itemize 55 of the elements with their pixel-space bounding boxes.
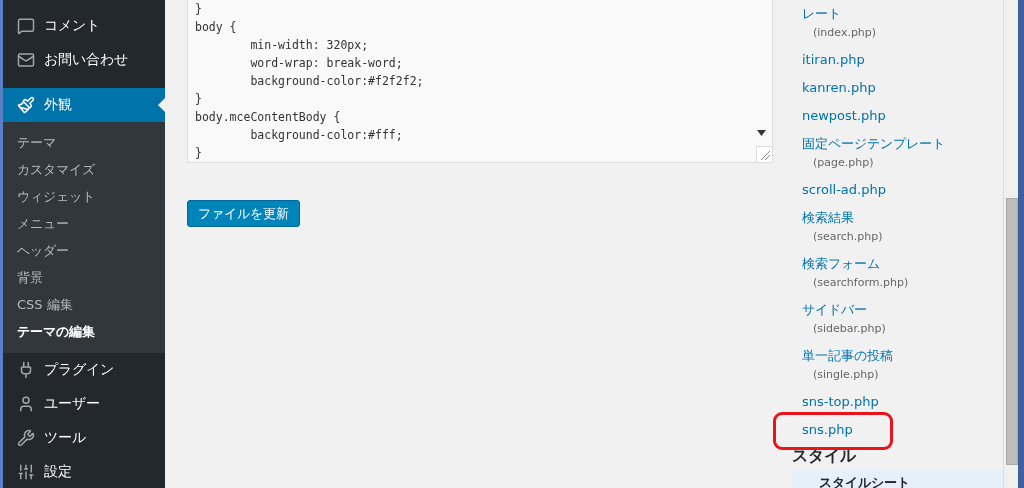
submenu-item[interactable]: メニュー	[3, 210, 165, 237]
update-file-button[interactable]: ファイルを更新	[187, 200, 300, 227]
code-line: background-color:#f2f2f2;	[249, 73, 425, 90]
menu-icon	[17, 51, 35, 69]
scrollbar[interactable]	[1003, 0, 1018, 488]
file-link[interactable]: サイドバー (sidebar.php)	[775, 296, 1003, 342]
submenu-item[interactable]: CSS 編集	[3, 291, 165, 318]
file-link[interactable]: scroll-ad.php	[775, 176, 1003, 204]
code-line: }	[195, 145, 203, 162]
file-link[interactable]: 検索フォーム (searchform.php)	[775, 250, 1003, 296]
code-editor[interactable]: } body { min-width: 320px; word-wrap: break-word; background-color:#f2f2f2; } body.mceContentBody { background-color:#fff; }	[187, 0, 773, 163]
file-link[interactable]: kanren.php	[775, 74, 1003, 102]
pointer-icon	[158, 98, 165, 112]
menu-icon	[17, 96, 35, 114]
resize-grip-icon[interactable]	[756, 146, 772, 162]
menu-item[interactable]: コメント	[3, 9, 165, 43]
code-line: background-color:#fff;	[249, 127, 404, 144]
menu-item[interactable]: お問い合わせ	[3, 43, 165, 77]
file-link[interactable]: newpost.php	[775, 102, 1003, 130]
submenu-item[interactable]: テーマの編集	[3, 318, 165, 345]
code-line: min-width: 320px;	[249, 37, 370, 54]
code-line: }	[195, 91, 203, 108]
menu-item[interactable]: 外観	[3, 88, 165, 122]
menu-icon	[17, 429, 35, 447]
file-link[interactable]: レート (index.php)	[775, 0, 1003, 46]
menu-item[interactable]: ユーザー	[3, 387, 165, 421]
file-name: (single.php)	[812, 367, 880, 383]
file-name: (searchform.php)	[812, 275, 910, 291]
submenu-item[interactable]: カスタマイズ	[3, 156, 165, 183]
code-line: word-wrap: break-word;	[249, 55, 404, 72]
submenu-item[interactable]: テーマ	[3, 129, 165, 156]
file-link[interactable]: 検索結果 (search.php)	[775, 204, 1003, 250]
scroll-down-icon[interactable]	[757, 130, 766, 136]
code-line: body.mceContentBody {	[195, 109, 342, 126]
menu-item[interactable]: プラグイン	[3, 353, 165, 387]
file-name: (page.php)	[812, 155, 875, 171]
submenu-item[interactable]: 背景	[3, 264, 165, 291]
file-link[interactable]: 固定ページテンプレート (page.php)	[775, 130, 1003, 176]
file-link[interactable]: 単一記事の投稿 (single.php)	[775, 342, 1003, 388]
menu-item[interactable]: 設定	[3, 455, 165, 488]
menu-icon	[17, 463, 35, 481]
menu-icon	[17, 395, 35, 413]
file-name: (search.php)	[812, 229, 884, 245]
menu-item[interactable]: ツール	[3, 421, 165, 455]
code-line: }	[195, 1, 203, 18]
submenu-item[interactable]: ウィジェット	[3, 183, 165, 210]
code-line: body {	[195, 19, 238, 36]
file-link[interactable]: sns-top.php	[775, 388, 1003, 416]
submenu-item[interactable]: ヘッダー	[3, 237, 165, 264]
file-name: (index.php)	[812, 25, 878, 41]
menu-icon	[17, 17, 35, 35]
file-link[interactable]: sns.php	[775, 416, 1003, 444]
file-name: (sidebar.php)	[812, 321, 887, 337]
file-link[interactable]: itiran.php	[775, 46, 1003, 74]
scroll-thumb[interactable]	[1006, 198, 1018, 465]
